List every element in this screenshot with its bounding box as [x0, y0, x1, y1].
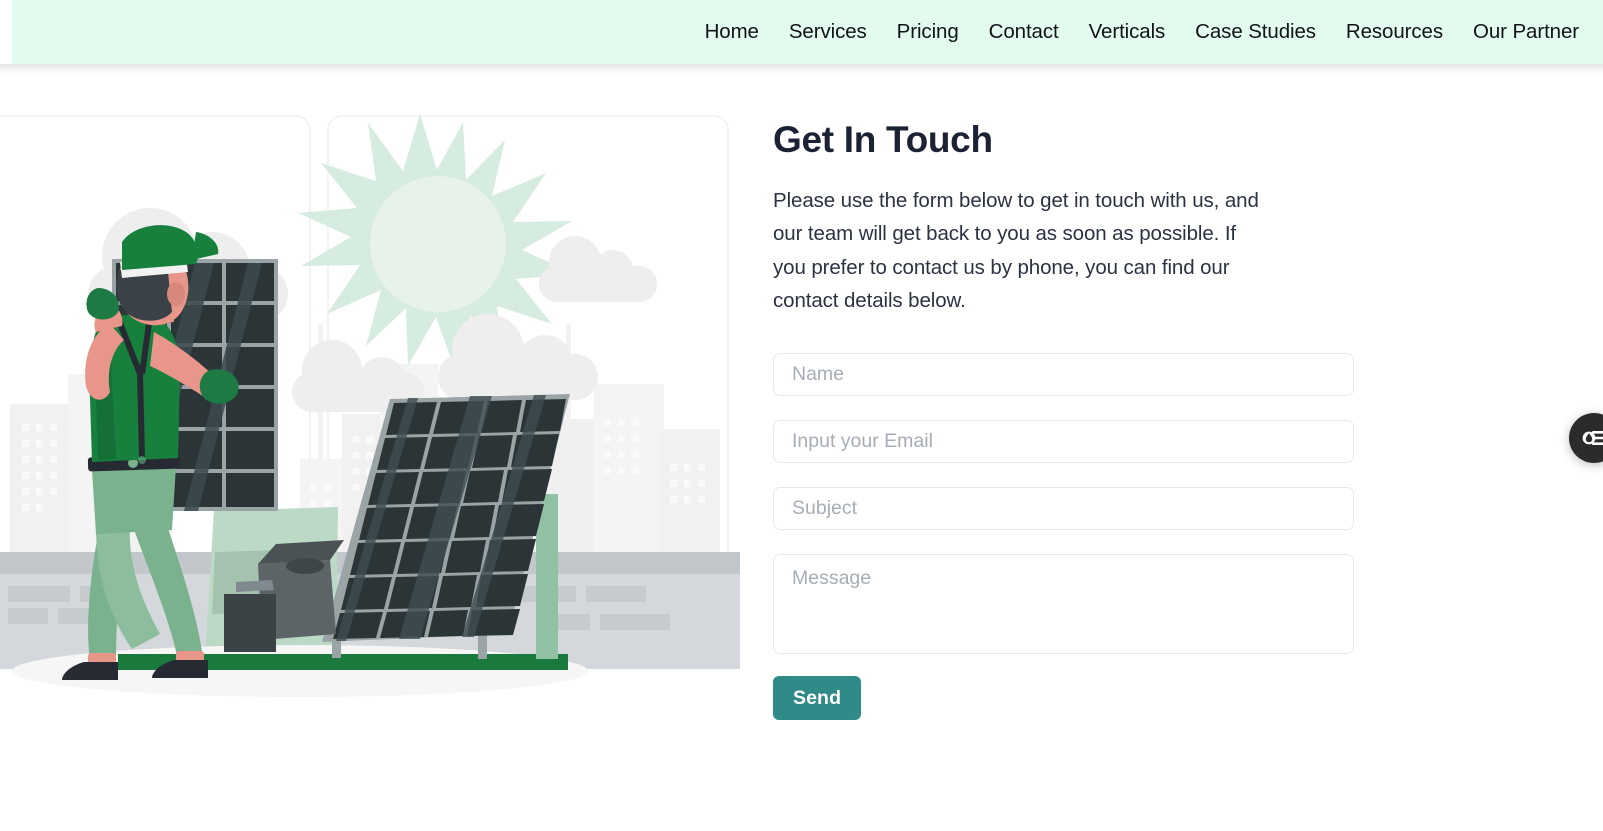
name-input[interactable] [773, 352, 1354, 396]
cloud-mid-right [438, 314, 598, 400]
illustration-container [0, 74, 740, 754]
page-title: Get In Touch [773, 119, 993, 160]
subject-input[interactable] [773, 486, 1354, 530]
nav-left-white-notch [0, 0, 12, 64]
contact-form-section: Get In Touch Please use the form below t… [773, 119, 1373, 720]
nav-item-home[interactable]: Home [690, 20, 774, 44]
nav-item-contact[interactable]: Contact [974, 20, 1074, 44]
nav-item-services[interactable]: Services [774, 20, 882, 44]
nav-item-our-partner[interactable]: Our Partner [1458, 20, 1589, 44]
nav-item-resources[interactable]: Resources [1331, 20, 1458, 44]
settings-sliders-icon [1582, 431, 1603, 445]
nav-item-pricing[interactable]: Pricing [882, 20, 974, 44]
message-textarea[interactable] [773, 553, 1354, 654]
nav-item-verticals[interactable]: Verticals [1074, 20, 1181, 44]
nav-item-case-studies[interactable]: Case Studies [1180, 20, 1331, 44]
solar-panel-installer-illustration [0, 114, 740, 697]
accessibility-settings-widget[interactable] [1569, 413, 1603, 463]
page-description: Please use the form below to get in touc… [773, 188, 1259, 313]
send-button[interactable]: Send [773, 675, 862, 720]
sun-icon [298, 114, 575, 372]
nav-list: Home Services Pricing Contact Verticals … [690, 20, 1589, 44]
cloud-top-right [539, 236, 657, 302]
page-root: Home Services Pricing Contact Verticals … [0, 0, 1603, 831]
top-navigation-bar: Home Services Pricing Contact Verticals … [0, 0, 1603, 64]
nav-bottom-shadow [0, 64, 1603, 74]
email-input[interactable] [773, 419, 1354, 463]
contact-form: Send [773, 352, 1373, 720]
